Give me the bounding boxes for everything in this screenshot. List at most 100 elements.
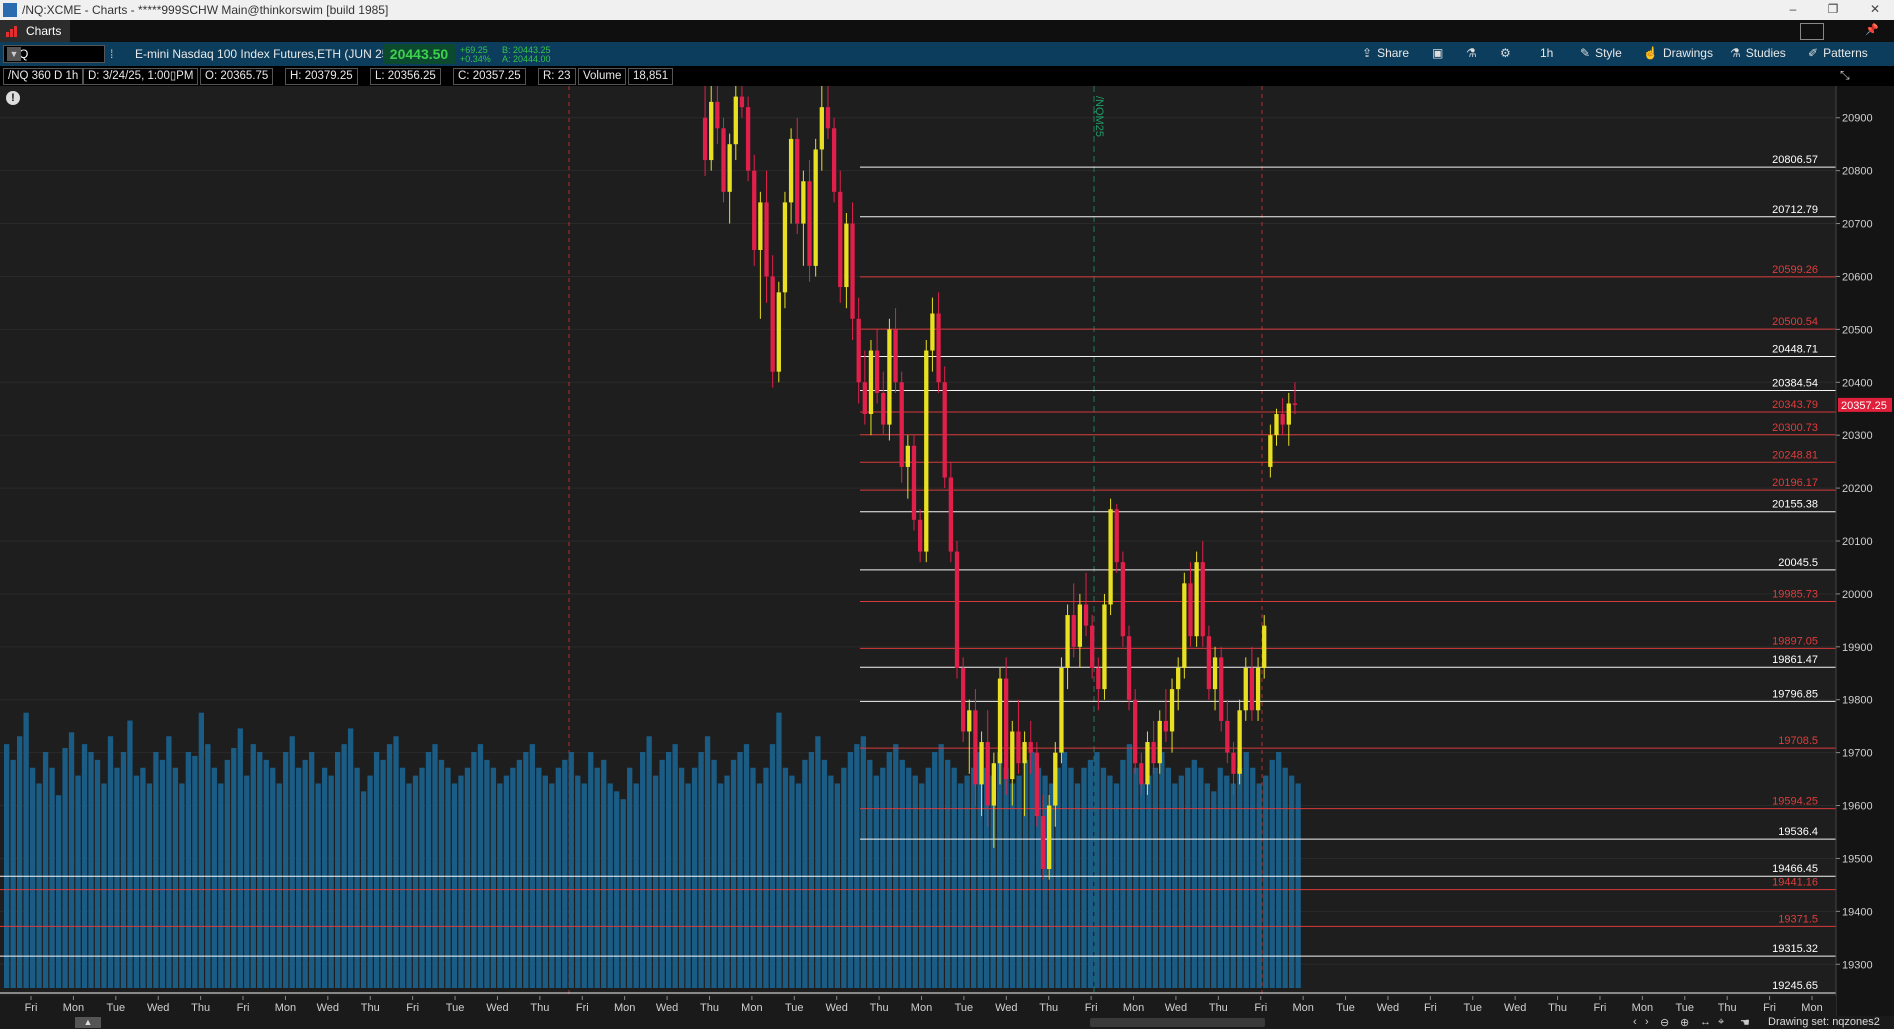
time-tick-label: Fri (25, 1002, 38, 1014)
candle-body (1169, 689, 1175, 732)
candle-body (1090, 625, 1095, 668)
symbol-input[interactable]: /NQ ▼ (3, 45, 105, 63)
instrument-description: E-mini Nasdaq 100 Index Futures,ETH (JUN… (135, 47, 393, 61)
volume-bar (55, 795, 62, 988)
volume-bar (919, 783, 925, 988)
price-tick-label: 20000 (1842, 589, 1873, 601)
candle-body (831, 128, 837, 192)
time-axis: Fri Mon Tue Wed Thu Fri Mon Wed Thu Fri Tue Wed Thu F… (0, 996, 1836, 1016)
candle-body (1151, 742, 1156, 764)
restore-button[interactable]: ❐ (1818, 2, 1848, 18)
volume-bar (510, 767, 516, 988)
chart-canvas[interactable]: /NQM25 20806.57 20712.79 20599.26 20500.54 2… (0, 86, 1894, 1016)
volume-bar (1295, 783, 1301, 988)
volume-bar (1191, 759, 1197, 988)
candle-body (1286, 403, 1291, 425)
level-label: 20196.17 (1772, 477, 1818, 489)
volume-bar (1009, 783, 1016, 988)
info-icon[interactable]: ! (6, 91, 20, 105)
scroll-right-icon[interactable]: › (1645, 1016, 1649, 1028)
chart-spec[interactable]: /NQ 360 D 1h (3, 68, 84, 85)
drawings-button[interactable]: ☝ Drawings (1643, 46, 1713, 62)
volume-bar (1204, 783, 1210, 988)
patterns-button[interactable]: ✐ Patterns (1808, 46, 1868, 62)
volume-bar (425, 752, 432, 988)
price-tick-label: 19900 (1842, 642, 1873, 654)
price-chart[interactable]: /NQM25 20806.57 20712.79 20599.26 20500.54 2… (0, 86, 1894, 1016)
price-tick-label: 19700 (1842, 748, 1873, 760)
flask-button[interactable]: ⚗ (1466, 46, 1482, 62)
candle-body (782, 202, 788, 293)
volume-bar (808, 752, 815, 988)
level-label: 19796.85 (1772, 688, 1818, 700)
volume-bar (1165, 767, 1171, 988)
style-button[interactable]: ✎ Style (1580, 46, 1622, 62)
current-price-label: 20357.25 (1841, 400, 1887, 412)
expand-icon[interactable]: ↔ (1700, 1016, 1711, 1028)
studies-button[interactable]: ⚗ Studies (1730, 46, 1786, 62)
volume-bar (685, 783, 691, 988)
minimize-button[interactable]: – (1778, 2, 1808, 18)
time-tick-label: Wed (1377, 1002, 1399, 1014)
candle-body (905, 445, 910, 467)
bar-low: L: 20356.25 (370, 68, 441, 85)
layout-icon[interactable] (1800, 23, 1824, 40)
volume-bar (1159, 752, 1165, 988)
link-icon[interactable]: ⁞ (110, 47, 113, 61)
zoom-out-icon[interactable]: ⊖ (1660, 1016, 1669, 1029)
volume-bar (283, 752, 289, 988)
level-label: 19861.47 (1772, 654, 1818, 666)
candle-body (1262, 625, 1267, 668)
candle-body (1083, 604, 1089, 626)
volume-bar (477, 744, 484, 988)
time-tick-label: Mon (614, 1002, 635, 1014)
pan-hand-icon[interactable]: ☚ (1740, 1016, 1750, 1029)
candle-body (924, 350, 929, 552)
chevron-down-icon[interactable]: ▼ (7, 47, 21, 61)
candle-body (1108, 509, 1113, 605)
volume-bar (627, 767, 633, 988)
candle-body (1022, 742, 1027, 764)
price-tick-label: 20900 (1842, 113, 1873, 125)
collapse-up-icon[interactable]: ▲ (75, 1017, 101, 1028)
drawing-set-status: Drawing set: nqzones2 (1768, 1016, 1880, 1028)
candle-body (1139, 763, 1144, 785)
share-button[interactable]: ⇪ Share (1362, 46, 1409, 62)
bar-high: H: 20379.25 (285, 68, 358, 85)
volume-bar (549, 783, 555, 988)
close-button[interactable]: ✕ (1860, 2, 1890, 18)
crosshair-icon[interactable]: ⌖ (1718, 1016, 1724, 1029)
volume-bar (127, 720, 133, 988)
time-tick-label: Mon (1292, 1002, 1313, 1014)
zoom-in-icon[interactable]: ⊕ (1680, 1016, 1689, 1029)
snapshot-button[interactable]: ▣ (1432, 46, 1448, 62)
volume-bar (704, 736, 711, 988)
pin-icon[interactable]: 📌 (1865, 23, 1879, 36)
tab-charts[interactable]: Charts (0, 20, 70, 42)
candle-body (1077, 604, 1083, 647)
candle-body (709, 101, 714, 161)
time-tick-label: Fri (1594, 1002, 1607, 1014)
candle-body (758, 202, 763, 251)
volume-bar (29, 767, 36, 988)
volume-bar (185, 752, 192, 988)
time-tick-label: Fri (237, 1002, 250, 1014)
time-tick-label: Mon (63, 1002, 84, 1014)
timeframe-button[interactable]: 1h (1540, 46, 1553, 62)
horizontal-scrollbar[interactable] (1090, 1018, 1265, 1027)
volume-bar (1198, 767, 1204, 988)
time-tick-label: Wed (486, 1002, 508, 1014)
volume-bar (354, 767, 360, 988)
scroll-left-icon[interactable]: ‹ (1633, 1016, 1637, 1028)
time-tick-label: Tue (955, 1002, 974, 1014)
volume-bar (315, 783, 321, 988)
candle-body (973, 710, 978, 785)
time-tick-label: Wed (656, 1002, 678, 1014)
candle-body (1206, 636, 1212, 690)
settings-button[interactable]: ⚙ (1500, 46, 1516, 62)
collapse-icon[interactable]: ⤡ (1840, 68, 1850, 83)
volume-bar (94, 759, 101, 988)
volume-bar (224, 759, 230, 988)
volume-bar (1230, 783, 1236, 988)
volume-bar (438, 759, 445, 988)
